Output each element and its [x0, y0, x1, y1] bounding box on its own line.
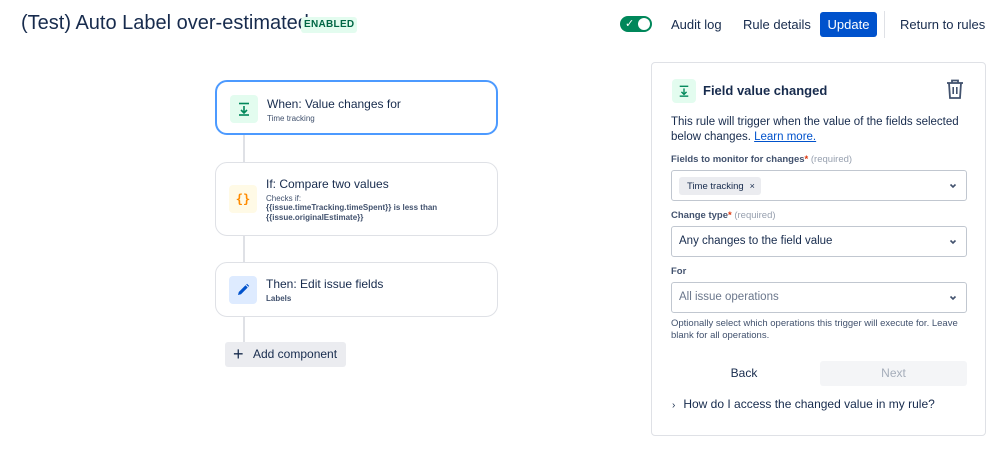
- check-icon: ✓: [625, 18, 635, 30]
- audit-log-button[interactable]: Audit log: [665, 12, 728, 37]
- chevron-right-icon: ›: [672, 400, 676, 411]
- braces-icon: {}: [229, 185, 257, 213]
- plus-icon: +: [233, 344, 244, 364]
- trigger-subtitle: Time tracking: [267, 114, 315, 123]
- condition-expression-line1: {{issue.timeTracking.timeSpent}} is less…: [266, 203, 438, 212]
- trigger-download-icon: [230, 95, 258, 123]
- for-select[interactable]: All issue operations: [671, 282, 967, 313]
- change-type-select[interactable]: Any changes to the field value: [671, 226, 967, 257]
- add-component-button[interactable]: + Add component: [225, 342, 346, 367]
- for-label: For: [671, 266, 687, 277]
- header-divider: [884, 11, 885, 38]
- chevron-down-icon: [949, 183, 957, 189]
- condition-checks-label: Checks if:: [266, 194, 302, 203]
- action-subtitle: Labels: [266, 294, 292, 303]
- condition-card[interactable]: {} If: Compare two values Checks if: {{i…: [215, 162, 498, 236]
- panel-title: Field value changed: [703, 83, 828, 98]
- pencil-icon: [229, 276, 257, 304]
- trigger-title: When: Value changes for: [267, 97, 401, 111]
- action-title: Then: Edit issue fields: [266, 277, 384, 291]
- faq-expander[interactable]: › How do I access the changed value in my…: [672, 397, 935, 411]
- learn-more-link[interactable]: Learn more.: [754, 131, 816, 143]
- page-title: (Test) Auto Label over-estimated: [21, 12, 309, 34]
- change-type-label: Change type* (required): [671, 210, 776, 221]
- chevron-down-icon: [949, 239, 957, 245]
- for-placeholder: All issue operations: [679, 291, 779, 303]
- trash-icon[interactable]: [945, 78, 965, 100]
- rule-enabled-toggle[interactable]: ✓: [620, 16, 652, 32]
- next-button[interactable]: Next: [820, 361, 967, 386]
- time-tracking-tag: Time tracking ×: [679, 177, 761, 195]
- for-help-text: Optionally select which operations this …: [671, 318, 958, 341]
- trigger-config-panel: Field value changed This rule will trigg…: [651, 62, 986, 436]
- condition-expression-line2: {{issue.originalEstimate}}: [266, 213, 364, 222]
- condition-title: If: Compare two values: [266, 177, 389, 191]
- chevron-down-icon: [949, 295, 957, 301]
- panel-description: This rule will trigger when the value of…: [671, 116, 959, 143]
- action-card[interactable]: Then: Edit issue fields Labels: [215, 262, 498, 317]
- back-button[interactable]: Back: [671, 361, 817, 386]
- update-button[interactable]: Update: [820, 12, 877, 37]
- return-to-rules-button[interactable]: Return to rules: [894, 12, 991, 37]
- trigger-download-icon: [672, 79, 696, 103]
- fields-to-monitor-select[interactable]: Time tracking ×: [671, 170, 967, 201]
- toggle-knob: [638, 18, 650, 30]
- rule-details-button[interactable]: Rule details: [737, 12, 817, 37]
- change-type-value: Any changes to the field value: [679, 235, 833, 247]
- status-badge: ENABLED: [301, 17, 358, 33]
- remove-tag-icon[interactable]: ×: [750, 181, 755, 191]
- fields-to-monitor-label: Fields to monitor for changes* (required…: [671, 154, 853, 165]
- add-component-label: Add component: [253, 347, 338, 361]
- trigger-card[interactable]: When: Value changes for Time tracking: [215, 80, 498, 135]
